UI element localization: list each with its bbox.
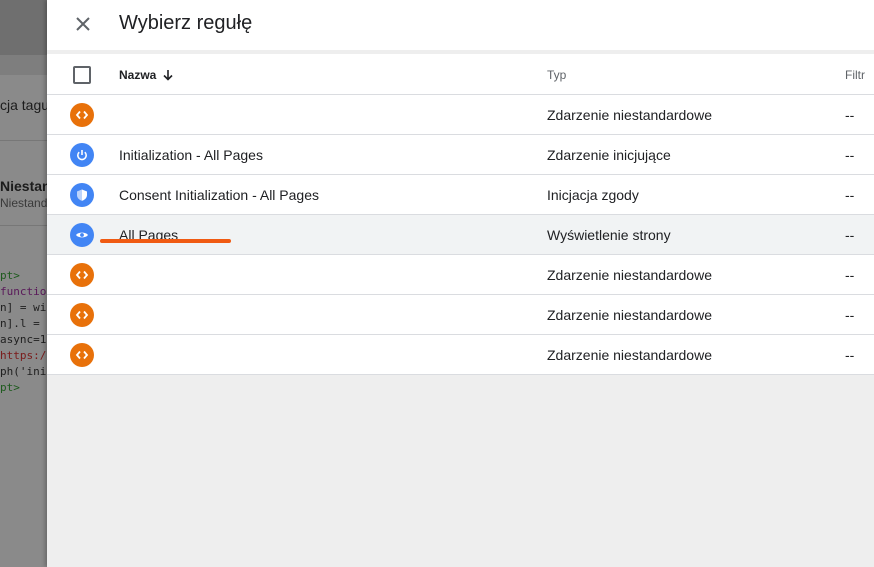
shield-icon xyxy=(70,183,94,207)
trigger-type: Zdarzenie inicjujące xyxy=(547,147,671,163)
sort-down-icon xyxy=(162,69,174,81)
code-icon xyxy=(70,103,94,127)
code-line: functio xyxy=(0,285,47,298)
trigger-type: Inicjacja zgody xyxy=(547,187,639,203)
table-row[interactable]: Initialization - All Pages Zdarzenie ini… xyxy=(47,135,874,175)
table-row[interactable]: Zdarzenie niestandardowe -- xyxy=(47,255,874,295)
select-all-checkbox[interactable] xyxy=(73,65,91,84)
select-all-cell xyxy=(73,54,93,95)
trigger-filter: -- xyxy=(845,307,855,323)
code-line: n].l = xyxy=(0,317,47,330)
background-section-title: cja tagu xyxy=(0,97,47,113)
trigger-type: Zdarzenie niestandardowe xyxy=(547,347,712,363)
power-icon xyxy=(70,143,94,167)
trigger-icon-cell xyxy=(70,335,96,375)
background-code-snippet: pt> functio n] = wi n].l = async=1 https:/ ph… xyxy=(0,268,47,396)
background-tag-type: Niestand xyxy=(0,196,47,210)
trigger-filter: -- xyxy=(845,147,855,163)
panel-header: Wybierz regułę xyxy=(47,0,874,50)
table-row[interactable]: Zdarzenie niestandardowe -- xyxy=(47,295,874,335)
code-icon xyxy=(70,303,94,327)
eye-icon xyxy=(70,223,94,247)
code-line: async=1 xyxy=(0,333,47,346)
column-header-filter: Filtr xyxy=(845,67,865,82)
code-line: pt> xyxy=(0,381,20,394)
trigger-type: Zdarzenie niestandardowe xyxy=(547,307,712,323)
trigger-name: Initialization - All Pages xyxy=(119,147,263,163)
trigger-name: All Pages xyxy=(119,227,179,243)
close-button[interactable] xyxy=(69,10,97,38)
page-title: Wybierz regułę xyxy=(119,12,253,34)
trigger-icon-cell xyxy=(70,255,96,295)
code-line: https:/ xyxy=(0,349,47,362)
trigger-icon-cell xyxy=(70,215,96,255)
table-row[interactable]: Zdarzenie niestandardowe -- xyxy=(47,335,874,375)
trigger-name: Consent Initialization - All Pages xyxy=(119,187,319,203)
background-strip xyxy=(0,55,47,75)
trigger-icon-cell xyxy=(70,175,96,215)
background-top-bar xyxy=(0,0,47,55)
background-divider xyxy=(0,140,47,141)
trigger-filter: -- xyxy=(845,267,855,283)
trigger-type: Wyświetlenie strony xyxy=(547,227,671,243)
trigger-type: Zdarzenie niestandardowe xyxy=(547,107,712,123)
trigger-type: Zdarzenie niestandardowe xyxy=(547,267,712,283)
column-header-type: Typ xyxy=(547,67,567,82)
code-line: ph('ini xyxy=(0,365,47,378)
triggers-table: Nazwa Typ Filtr Zdarzenie niestandardowe… xyxy=(47,54,874,375)
close-icon xyxy=(76,17,90,31)
trigger-filter: -- xyxy=(845,187,855,203)
code-icon xyxy=(70,263,94,287)
trigger-icon-cell xyxy=(70,95,96,135)
column-header-name[interactable]: Nazwa xyxy=(119,54,174,95)
trigger-filter: -- xyxy=(845,107,855,123)
trigger-filter: -- xyxy=(845,227,855,243)
background-tag-name: Niestan xyxy=(0,178,47,194)
trigger-filter: -- xyxy=(845,347,855,363)
trigger-icon-cell xyxy=(70,135,96,175)
table-row[interactable]: Zdarzenie niestandardowe -- xyxy=(47,95,874,135)
choose-trigger-panel: Wybierz regułę Nazwa Typ Filtr Zdarzenie… xyxy=(47,0,874,567)
code-line: pt> xyxy=(0,269,20,282)
table-row[interactable]: All Pages Wyświetlenie strony -- xyxy=(47,215,874,255)
table-row[interactable]: Consent Initialization - All Pages Inicj… xyxy=(47,175,874,215)
code-icon xyxy=(70,343,94,367)
table-header-row: Nazwa Typ Filtr xyxy=(47,54,874,95)
trigger-icon-cell xyxy=(70,295,96,335)
highlight-underline xyxy=(100,239,231,243)
code-line: n] = wi xyxy=(0,301,47,314)
background-divider xyxy=(0,225,47,226)
column-header-name-label: Nazwa xyxy=(119,67,157,82)
